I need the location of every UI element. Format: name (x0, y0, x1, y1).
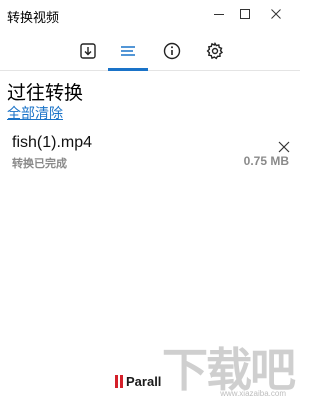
list-icon (119, 42, 137, 65)
window-title: 转换视频 (7, 10, 60, 25)
list-item: fish(1).mp4 转换已完成 0.75 MB (0, 128, 300, 174)
tab-info[interactable] (152, 38, 192, 68)
minimize-button[interactable] (205, 0, 233, 28)
remove-item-button[interactable] (277, 140, 291, 154)
brand-name: Parall (126, 374, 162, 389)
close-icon (277, 141, 291, 158)
toolbar (0, 30, 300, 71)
close-icon (270, 8, 282, 20)
tab-history[interactable] (108, 38, 148, 71)
tab-settings[interactable] (195, 38, 235, 68)
watermark-url: www.xiazaiba.com (220, 389, 286, 398)
info-icon (163, 42, 181, 65)
file-name: fish(1).mp4 (12, 134, 93, 151)
conversion-status: 转换已完成 (12, 158, 67, 170)
maximize-icon (239, 8, 251, 20)
maximize-button[interactable] (231, 0, 259, 28)
minimize-icon (213, 8, 225, 20)
download-icon (79, 42, 97, 65)
clear-all-link[interactable]: 全部清除 (7, 103, 63, 123)
parallels-logo-icon (115, 375, 123, 388)
title-bar: 转换视频 (0, 0, 300, 30)
close-button[interactable] (262, 0, 290, 28)
tab-download[interactable] (68, 38, 108, 68)
page-title: 过往转换 (7, 83, 84, 104)
gear-icon (206, 41, 224, 65)
brand-logo: Parall (115, 374, 161, 389)
